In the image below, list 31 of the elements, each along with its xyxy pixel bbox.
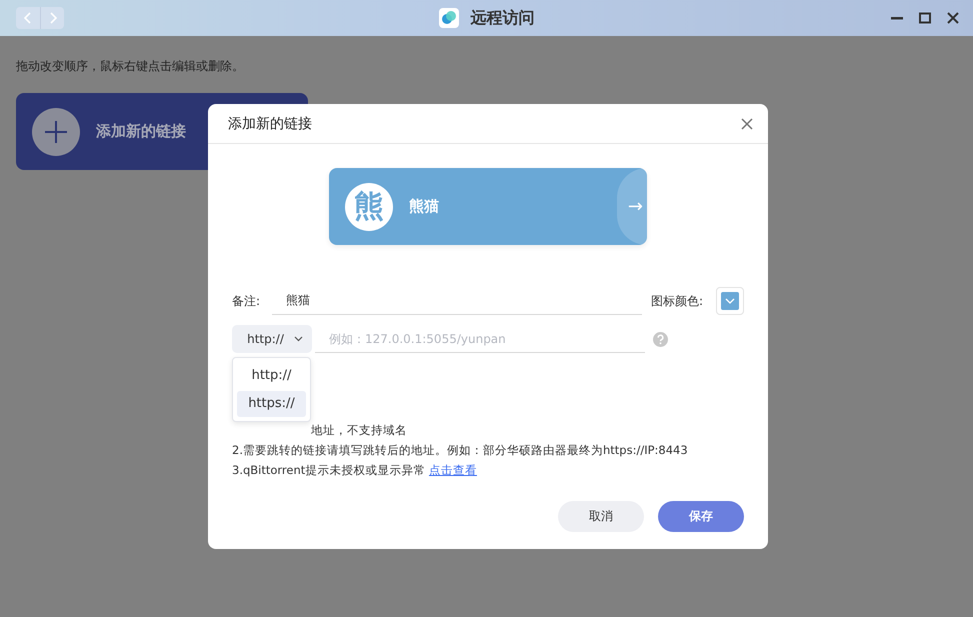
protocol-dropdown[interactable]: http:// xyxy=(232,325,312,353)
protocol-option[interactable]: https:// xyxy=(237,390,306,417)
window-title: 远程访问 xyxy=(470,8,534,28)
plus-icon xyxy=(32,108,80,156)
forward-icon xyxy=(48,12,56,24)
maximize-icon xyxy=(918,11,932,25)
back-icon xyxy=(24,12,32,24)
caret-icon xyxy=(294,336,303,342)
link-avatar: 熊 xyxy=(345,182,393,230)
note-label: 备注: xyxy=(232,292,262,310)
color-picker[interactable] xyxy=(716,287,744,315)
instruction-text: 拖动改变顺序，鼠标右键点击编辑或删除。 xyxy=(16,58,245,75)
close-button[interactable] xyxy=(740,116,754,130)
note-text: 2.需要跳转的链接请填写跳转后的地址。例如：部分华硕路由器最终为https://IP:8443 xyxy=(232,443,688,457)
maximize-button[interactable] xyxy=(917,10,933,26)
note-text: 地址，不支持域名 xyxy=(311,423,407,437)
cancel-button[interactable]: 取消 xyxy=(558,501,644,532)
address-field[interactable]: 例如：127.0.0.1:5055/yunpan xyxy=(315,325,645,353)
caret-icon xyxy=(725,298,735,304)
note-text: 3.qBittorrent提示未授权或显示异常 xyxy=(232,463,426,477)
save-button[interactable]: 保存 xyxy=(658,501,744,532)
app-icon xyxy=(438,8,458,28)
close-button[interactable] xyxy=(945,10,961,26)
close-icon xyxy=(946,11,960,25)
close-icon xyxy=(740,116,754,130)
note-field[interactable]: 熊猫 xyxy=(272,287,642,315)
link-name: 熊猫 xyxy=(409,197,439,216)
protocol-option[interactable]: http:// xyxy=(237,362,306,388)
add-link-label: 添加新的链接 xyxy=(96,122,186,141)
icon-color-label: 图标颜色: xyxy=(651,292,704,310)
view-link[interactable]: 点击查看 xyxy=(428,463,477,477)
